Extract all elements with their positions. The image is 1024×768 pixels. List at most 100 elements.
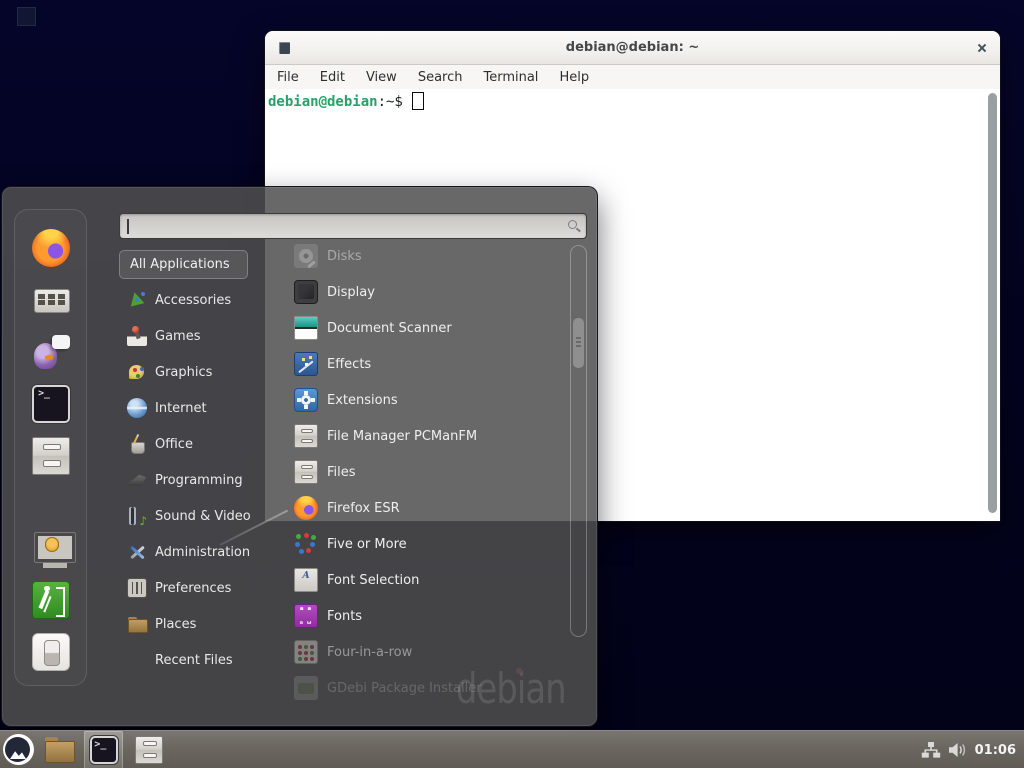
category-label: Sound & Video (155, 509, 251, 524)
menu-scrollbar-thumb[interactable] (573, 318, 584, 368)
category-label: Recent Files (155, 653, 233, 668)
taskbar-file-manager[interactable] (42, 731, 76, 768)
taskbar-files[interactable] (133, 731, 165, 768)
app-display[interactable]: Display (278, 274, 568, 310)
app-label: Document Scanner (327, 321, 452, 336)
terminal-menu-terminal[interactable]: Terminal (483, 70, 538, 85)
favorite-pidgin[interactable] (32, 333, 70, 371)
app-label: Four-in-a-row (327, 645, 412, 660)
category-graphics[interactable]: Graphics (119, 354, 287, 390)
terminal-menu-edit[interactable]: Edit (320, 70, 345, 85)
search-input[interactable] (128, 216, 558, 236)
terminal-menu-file[interactable]: File (277, 70, 299, 85)
clock[interactable]: 01:06 (975, 743, 1020, 758)
favorite-terminal[interactable] (32, 385, 70, 423)
app-label: Disks (327, 249, 362, 264)
games-icon (127, 326, 147, 346)
pidgin-icon (32, 333, 70, 371)
app-firefox-esr[interactable]: Firefox ESR (278, 490, 568, 526)
category-label: Graphics (155, 365, 212, 380)
category-recent-files[interactable]: Recent Files (119, 642, 287, 678)
favorite-firefox[interactable] (32, 229, 70, 267)
app-files[interactable]: Files (278, 454, 568, 490)
app-label: Firefox ESR (327, 501, 400, 516)
app-document-scanner[interactable]: Document Scanner (278, 310, 568, 346)
maximize-button[interactable] (943, 42, 955, 54)
keyboard-icon (32, 281, 70, 319)
desktop-icon-artifact (17, 7, 36, 26)
window-controls (910, 31, 988, 65)
five-or-more-icon (294, 532, 318, 556)
app-file-manager-pcmanfm[interactable]: File Manager PCManFM (278, 418, 568, 454)
terminal-titlebar[interactable]: debian@debian: ~ (265, 31, 1000, 65)
category-sound-video[interactable]: Sound & Video (119, 498, 287, 534)
category-administration[interactable]: Administration (119, 534, 287, 570)
app-gdebi-package-installer[interactable]: GDebi Package Installer (278, 670, 568, 703)
favorite-keyboard-settings[interactable] (32, 281, 70, 319)
taskbar: 01:06 (0, 730, 1024, 768)
app-four-in-a-row[interactable]: Four-in-a-row (278, 634, 568, 670)
preferences-icon (127, 578, 147, 598)
app-label: Five or More (327, 537, 407, 552)
category-preferences[interactable]: Preferences (119, 570, 287, 606)
system-tray: 01:06 (921, 731, 1020, 768)
display-icon (294, 280, 318, 304)
category-label: Preferences (155, 581, 231, 596)
shutdown-button[interactable] (32, 633, 70, 671)
file-cabinet-icon (135, 736, 163, 764)
terminal-title: debian@debian: ~ (265, 40, 1000, 55)
lock-screen-icon (32, 529, 70, 567)
favorite-file-manager[interactable] (32, 437, 70, 475)
effects-icon (294, 352, 318, 376)
shutdown-icon (32, 633, 70, 671)
taskbar-terminal[interactable] (84, 731, 123, 768)
app-font-selection[interactable]: Font Selection (278, 562, 568, 598)
terminal-menu-search[interactable]: Search (418, 70, 463, 85)
terminal-prompt-line: debian@debian:~$ (268, 92, 424, 110)
volume-icon[interactable] (948, 742, 968, 758)
app-fonts[interactable]: Fonts (278, 598, 568, 634)
terminal-menu-view[interactable]: View (366, 70, 397, 85)
search-box[interactable] (119, 213, 587, 239)
gdebi-icon (294, 676, 318, 700)
app-disks[interactable]: Disks (278, 241, 568, 274)
category-places[interactable]: Places (119, 606, 287, 642)
app-extensions[interactable]: Extensions (278, 382, 568, 418)
office-icon (127, 434, 147, 454)
terminal-menu-help[interactable]: Help (559, 70, 589, 85)
category-games[interactable]: Games (119, 318, 287, 354)
minimize-button[interactable] (910, 42, 922, 54)
document-scanner-icon (294, 316, 318, 340)
category-accessories[interactable]: Accessories (119, 282, 287, 318)
app-label: Effects (327, 357, 371, 372)
category-office[interactable]: Office (119, 426, 287, 462)
lock-screen-button[interactable] (32, 529, 70, 567)
menu-button[interactable] (3, 734, 34, 765)
app-label: Font Selection (327, 573, 419, 588)
terminal-icon (90, 736, 118, 764)
desktop: debian debian@debian: ~ FileEditViewSear… (0, 0, 1024, 768)
graphics-icon (127, 362, 147, 382)
extensions-icon (294, 388, 318, 412)
graphics-icon (127, 362, 147, 382)
category-label: Programming (155, 473, 243, 488)
category-internet[interactable]: Internet (119, 390, 287, 426)
all-applications-button[interactable]: All Applications (119, 250, 248, 279)
app-label: Extensions (327, 393, 398, 408)
programming-icon (127, 470, 147, 490)
four-in-a-row-icon (294, 640, 318, 664)
close-button[interactable] (976, 42, 988, 54)
effects-icon (294, 352, 318, 376)
logout-button[interactable] (32, 581, 70, 619)
menu-scrollbar-track[interactable] (570, 245, 587, 637)
terminal-scrollbar[interactable] (988, 93, 997, 513)
app-five-or-more[interactable]: Five or More (278, 526, 568, 562)
terminal-menubar: File Edit View Search Terminal Help (265, 65, 1000, 89)
category-programming[interactable]: Programming (119, 462, 287, 498)
application-list: Disks Display Document Scanner Effects Exten… (278, 241, 568, 703)
app-effects[interactable]: Effects (278, 346, 568, 382)
network-icon[interactable] (921, 742, 941, 758)
disks-icon (294, 244, 318, 268)
terminal-cursor (412, 92, 424, 110)
firefox-icon (294, 496, 318, 520)
